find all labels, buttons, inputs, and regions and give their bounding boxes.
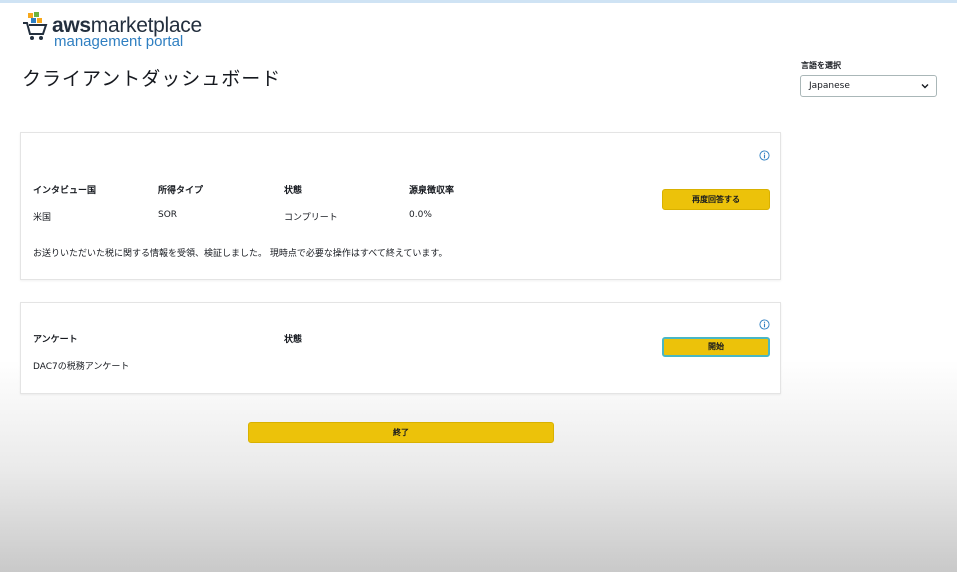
finish-button[interactable]: 終了 xyxy=(248,422,554,443)
value-interview-country: 米国 xyxy=(33,213,52,223)
top-accent-line xyxy=(0,0,957,3)
cart-logo-icon xyxy=(23,12,48,40)
page-title: クライアントダッシュボード xyxy=(22,68,282,90)
survey-card: アンケート 状態 DAC7の税務アンケート 開始 xyxy=(20,302,781,394)
value-income-type: SOR xyxy=(158,210,178,220)
tax-info-card: インタビュー国 所得タイプ 状態 源泉徴収率 米国 SOR コンプリート 0.0… xyxy=(20,132,781,280)
tax-status-message: お送りいただいた税に関する情報を受領、検証しました。 現時点で必要な操作はすべて… xyxy=(33,249,448,259)
value-withholding-rate: 0.0% xyxy=(409,210,432,220)
info-icon[interactable] xyxy=(759,150,770,161)
header-withholding-rate: 源泉徴収率 xyxy=(409,186,455,196)
start-button[interactable]: 開始 xyxy=(662,337,770,357)
language-select[interactable]: Japanese xyxy=(800,75,937,97)
header-survey: アンケート xyxy=(33,335,78,345)
aws-marketplace-logo[interactable]: awsmarketplace management portal xyxy=(22,12,222,52)
reanswer-button[interactable]: 再度回答する xyxy=(662,189,770,210)
value-status: コンプリート xyxy=(284,213,338,223)
logo-subtitle: management portal xyxy=(54,33,184,50)
language-selected-value: Japanese xyxy=(809,81,850,91)
chevron-down-icon xyxy=(921,84,929,89)
header-survey-status: 状態 xyxy=(284,335,303,345)
info-icon[interactable] xyxy=(759,319,770,330)
language-label: 言語を選択 xyxy=(801,61,841,70)
header-income-type: 所得タイプ xyxy=(158,186,204,196)
value-survey-name: DAC7の税務アンケート xyxy=(33,362,130,372)
header-status: 状態 xyxy=(284,186,303,196)
header-interview-country: インタビュー国 xyxy=(33,186,97,196)
